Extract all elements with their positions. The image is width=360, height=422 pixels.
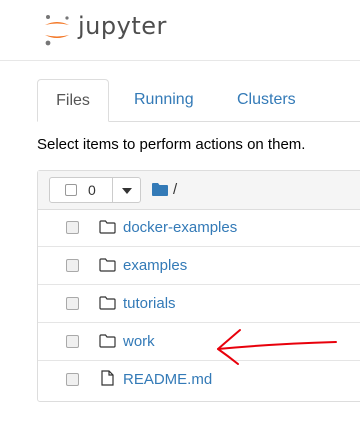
folder-icon bbox=[99, 296, 116, 310]
select-all-checkbox[interactable] bbox=[65, 184, 77, 196]
tab-clusters[interactable]: Clusters bbox=[237, 79, 296, 121]
annotation-arrow-icon bbox=[217, 329, 337, 365]
file-link[interactable]: work bbox=[123, 333, 155, 350]
folder-icon bbox=[99, 220, 116, 234]
folder-icon[interactable] bbox=[152, 183, 168, 196]
select-all-dropdown[interactable]: 0 bbox=[49, 177, 141, 203]
selected-count: 0 bbox=[88, 182, 96, 198]
file-icon bbox=[101, 370, 114, 386]
row-checkbox[interactable] bbox=[66, 259, 79, 272]
row-checkbox[interactable] bbox=[66, 221, 79, 234]
folder-icon bbox=[99, 334, 116, 348]
tab-files[interactable]: Files bbox=[37, 79, 109, 122]
divider bbox=[112, 178, 113, 202]
header: jupyter bbox=[0, 0, 360, 61]
table-row[interactable]: examples bbox=[38, 247, 360, 285]
tab-bar: Files Running Clusters bbox=[37, 79, 360, 122]
selection-hint: Select items to perform actions on them. bbox=[37, 136, 306, 153]
folder-icon bbox=[99, 258, 116, 272]
file-link[interactable]: tutorials bbox=[123, 295, 176, 312]
table-row[interactable]: tutorials bbox=[38, 285, 360, 323]
row-checkbox[interactable] bbox=[66, 373, 79, 386]
chevron-down-icon[interactable] bbox=[122, 188, 132, 194]
breadcrumb[interactable]: / bbox=[173, 181, 177, 198]
row-checkbox[interactable] bbox=[66, 335, 79, 348]
file-list-toolbar: 0 / bbox=[38, 171, 360, 210]
file-link[interactable]: README.md bbox=[123, 371, 212, 388]
tab-running[interactable]: Running bbox=[134, 79, 194, 121]
row-checkbox[interactable] bbox=[66, 297, 79, 310]
file-link[interactable]: examples bbox=[123, 257, 187, 274]
table-row[interactable]: docker-examples bbox=[38, 209, 360, 247]
jupyter-logo-text[interactable]: jupyter bbox=[78, 12, 167, 40]
jupyter-logo-icon[interactable] bbox=[42, 13, 72, 47]
file-list-panel: 0 / docker-examples examples tutorials w… bbox=[37, 170, 360, 402]
file-link[interactable]: docker-examples bbox=[123, 219, 237, 236]
